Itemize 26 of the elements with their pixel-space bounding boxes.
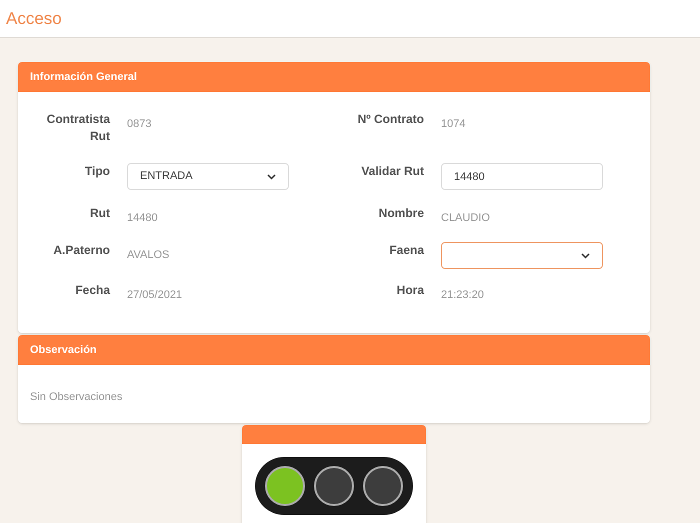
chevron-down-icon bbox=[267, 174, 276, 180]
field-value: 1074 bbox=[441, 118, 466, 130]
field-label: Hora bbox=[396, 282, 424, 299]
field-label: Nº Contrato bbox=[356, 111, 424, 128]
section-title: Observación bbox=[30, 342, 97, 358]
select-field[interactable]: ENTRADA bbox=[127, 163, 289, 190]
chevron-down-icon bbox=[581, 252, 590, 258]
field-label: Contratista Rut bbox=[46, 111, 110, 145]
field-label: Rut bbox=[89, 205, 110, 222]
page-title: Acceso bbox=[6, 8, 62, 30]
field-value: 14480 bbox=[127, 212, 158, 224]
field-value: 27/05/2021 bbox=[127, 289, 182, 301]
field-value: AVALOS bbox=[127, 249, 170, 261]
input-field[interactable]: 14480 bbox=[441, 163, 603, 190]
field-label: Faena bbox=[388, 242, 424, 259]
field-label: Validar Rut bbox=[360, 163, 424, 180]
field-label: Fecha bbox=[74, 282, 110, 299]
field-value: 21:23:20 bbox=[441, 289, 484, 301]
field-value: CLAUDIO bbox=[441, 212, 490, 224]
field-value: 0873 bbox=[127, 118, 152, 130]
observation-text: Sin Observaciones bbox=[30, 391, 122, 403]
select-field[interactable] bbox=[441, 242, 603, 269]
field-label: Tipo bbox=[84, 163, 110, 180]
field-label: Nombre bbox=[378, 205, 424, 222]
section-title: Información General bbox=[30, 70, 137, 85]
field-label: A.Paterno bbox=[52, 242, 110, 259]
